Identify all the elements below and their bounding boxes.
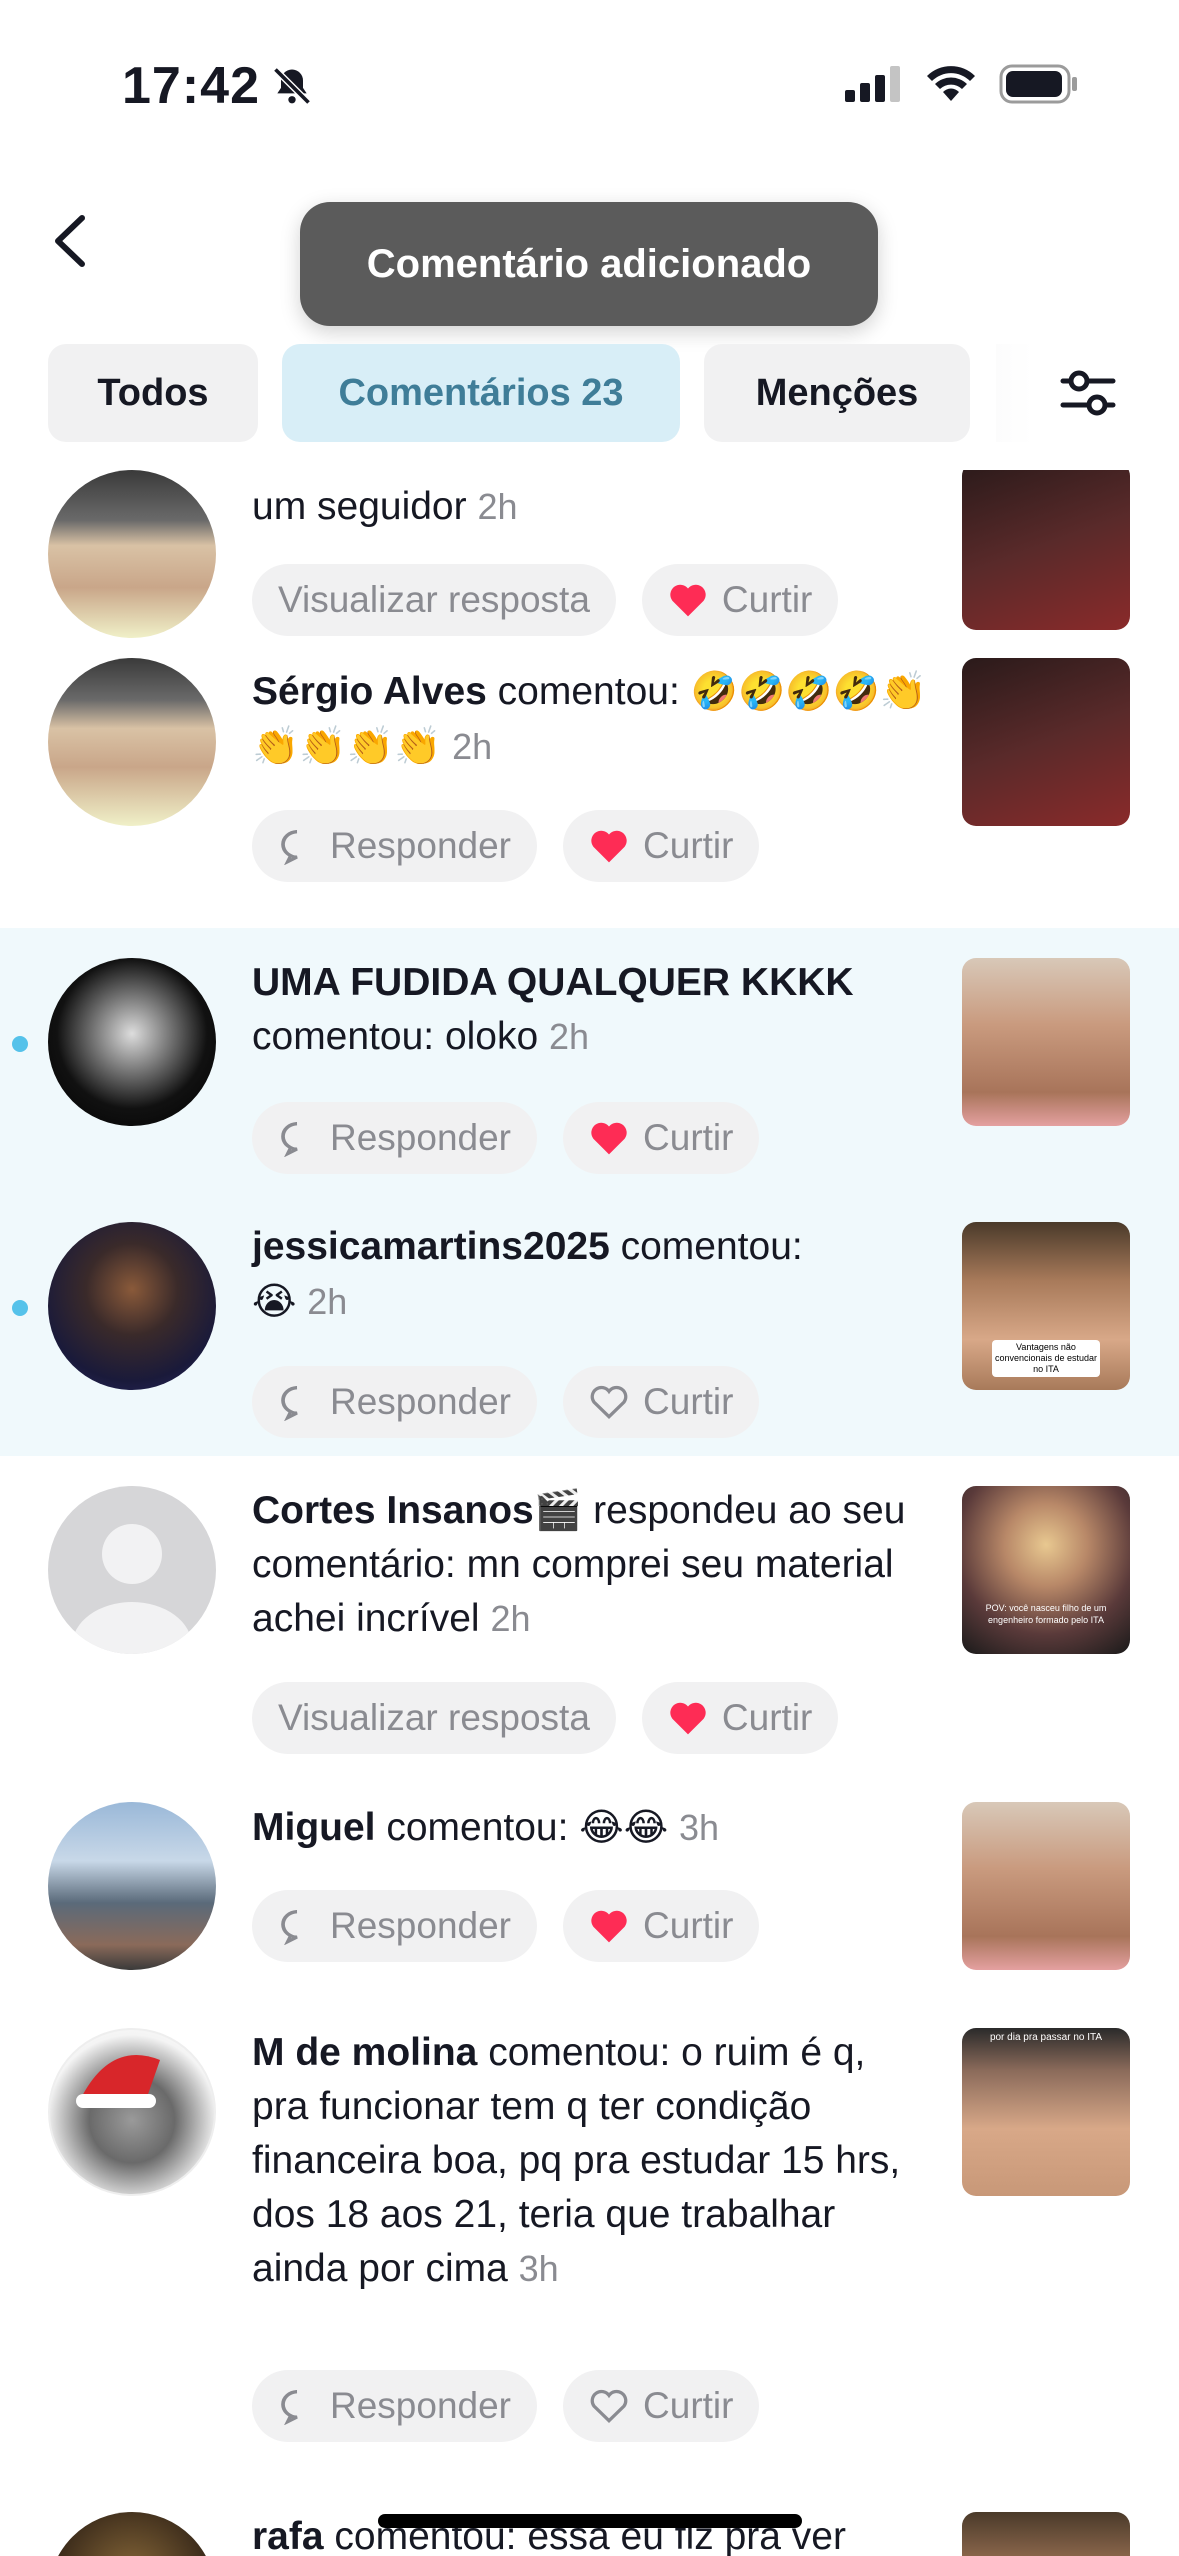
notification-text: Sérgio Alves comentou: 🤣🤣🤣🤣👏👏👏👏👏 2h [252, 669, 928, 768]
unread-dot [12, 1036, 28, 1052]
notification-text: UMA FUDIDA QUALQUER KKKK comentou: oloko … [252, 961, 854, 1058]
clock-text: 17:42 [122, 57, 260, 115]
video-thumbnail[interactable] [962, 2512, 1130, 2556]
reply-button[interactable]: Responder [252, 2370, 538, 2442]
view-reply-button[interactable]: Visualizar resposta [252, 1682, 616, 1754]
list-item[interactable]: Sérgio Alves comentou: 🤣🤣🤣🤣👏👏👏👏👏 2h Resp… [0, 634, 1179, 898]
tab-todos[interactable]: Todos [48, 344, 258, 442]
heart-filled-icon [670, 584, 706, 617]
tab-label: Menções [755, 371, 919, 414]
notification-text: Cortes Insanos🎬 respondeu ao seu comentá… [252, 1489, 906, 1640]
notification-text: jessicamartins2025 comentou: 😭 2h [252, 1225, 803, 1323]
reply-button[interactable]: Responder [252, 1366, 538, 1438]
emoji-text: 😂😂 [579, 1805, 669, 1849]
thumbnail-caption: por dia pra passar no ITA [989, 2032, 1103, 2043]
username[interactable]: M de molina [252, 2031, 477, 2074]
reply-button[interactable]: Responder [252, 1102, 538, 1174]
username[interactable]: Cortes Insanos🎬 [252, 1489, 582, 1532]
avatar[interactable] [48, 1222, 216, 1390]
list-item[interactable]: M de molina comentou: o ruim é q, pra fu… [0, 1998, 1179, 2482]
thumbnail-caption: POV: você nasceu filho de um engenheiro … [985, 1603, 1107, 1625]
video-thumbnail[interactable]: Vantagens não convencionais de estudar n… [962, 1222, 1130, 1390]
back-button[interactable] [44, 206, 104, 276]
username[interactable]: jessicamartins2025 [252, 1225, 610, 1268]
home-indicator[interactable] [378, 2514, 802, 2528]
santa-hat-icon [76, 2055, 160, 2108]
heart-filled-icon [591, 1122, 627, 1155]
status-time: 17:42 [122, 56, 314, 116]
heart-filled-icon [670, 1702, 706, 1735]
unread-dot [12, 1300, 28, 1316]
video-thumbnail[interactable] [962, 470, 1130, 630]
like-button[interactable]: Curtir [563, 1102, 760, 1174]
username[interactable]: Sérgio Alves [252, 670, 487, 713]
comment-icon [281, 1122, 298, 1157]
username[interactable]: UMA FUDIDA QUALQUER KKKK [252, 961, 854, 1004]
notification-text: Miguel comentou: 😂😂 3h [252, 1805, 719, 1849]
battery-icon [999, 64, 1077, 104]
list-item[interactable]: Miguel comentou: 😂😂 3h Responder Curtir [0, 1772, 1179, 1998]
heart-outline-icon [590, 2389, 628, 2424]
avatar[interactable] [48, 470, 216, 638]
chevron-left-icon [55, 215, 85, 267]
filter-settings-button[interactable] [996, 344, 1179, 442]
default-avatar-icon [72, 1524, 192, 1654]
avatar[interactable] [48, 2028, 216, 2196]
filter-tabs: Todos Comentários 23 Menções [0, 344, 1179, 444]
list-item[interactable]: Cortes Insanos🎬 respondeu ao seu comentá… [0, 1456, 1179, 1772]
notification-text: M de molina comentou: o ruim é q, pra fu… [252, 2031, 901, 2290]
emoji-text: 😭 [252, 1279, 297, 1323]
like-button[interactable]: Curtir [563, 2370, 760, 2442]
like-button[interactable]: Curtir [641, 1682, 839, 1754]
tab-mencoes[interactable]: Menções [704, 344, 970, 442]
like-button[interactable]: Curtir [563, 810, 760, 882]
comment-icon [281, 1910, 298, 1945]
toast-text: Comentário adicionado [366, 241, 812, 286]
avatar[interactable] [48, 2512, 216, 2556]
username[interactable]: Miguel [252, 1806, 376, 1849]
wifi-icon [927, 66, 975, 101]
comment-icon [281, 2390, 298, 2425]
like-button[interactable]: Curtir [641, 564, 839, 636]
reply-button[interactable]: Responder [252, 810, 538, 882]
heart-outline-icon [590, 1385, 628, 1420]
reply-button[interactable]: Responder [252, 1890, 538, 1962]
cellular-signal-icon [845, 66, 900, 102]
list-item[interactable]: jessicamartins2025 comentou: 😭 2h Respond… [0, 1192, 1179, 1456]
avatar[interactable] [48, 958, 216, 1126]
comment-icon [281, 1386, 298, 1421]
bell-off-icon [273, 67, 311, 105]
heart-filled-icon [591, 1910, 627, 1943]
view-reply-button[interactable]: Visualizar resposta [252, 564, 616, 636]
avatar[interactable] [48, 1486, 216, 1654]
video-thumbnail[interactable] [962, 1802, 1130, 1970]
tab-label: Todos [97, 371, 209, 414]
avatar[interactable] [48, 1802, 216, 1970]
video-thumbnail[interactable] [962, 958, 1130, 1126]
username[interactable]: rafa [252, 2515, 324, 2556]
comment-icon [281, 830, 298, 865]
list-item[interactable]: UMA FUDIDA QUALQUER KKKK comentou: oloko … [0, 928, 1179, 1192]
notification-text: um seguidor 2h [252, 485, 518, 528]
tab-comentarios[interactable]: Comentários 23 [282, 344, 680, 442]
toast-comment-added: Comentário adicionado [300, 202, 878, 326]
like-button[interactable]: Curtir [563, 1890, 760, 1962]
tab-label: Comentários 23 [338, 371, 624, 414]
list-item[interactable]: um seguidor 2h Visualizar resposta Curti… [0, 470, 1179, 638]
notification-list: um seguidor 2h Visualizar resposta Curti… [0, 470, 1179, 2556]
video-thumbnail[interactable] [962, 658, 1130, 826]
status-icons [845, 64, 1079, 104]
video-thumbnail[interactable]: por dia pra passar no ITA [962, 2028, 1130, 2196]
thumbnail-caption: Vantagens não convencionais de estudar n… [992, 1340, 1100, 1377]
video-thumbnail[interactable]: POV: você nasceu filho de um engenheiro … [962, 1486, 1130, 1654]
sliders-icon [1060, 370, 1115, 416]
like-button[interactable]: Curtir [563, 1366, 760, 1438]
avatar[interactable] [48, 658, 216, 826]
heart-filled-icon [591, 830, 627, 863]
